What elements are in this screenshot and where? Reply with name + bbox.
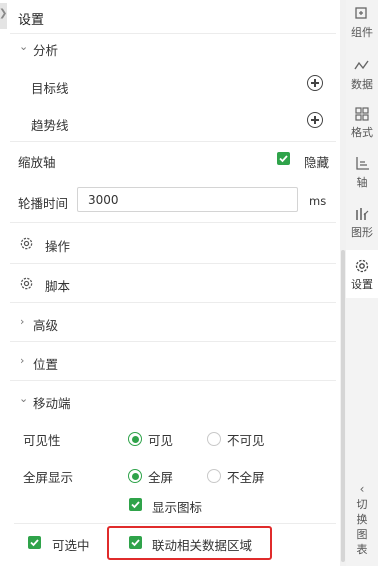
carousel-time-label: 轮播时间: [18, 196, 69, 211]
show-icon-checkbox[interactable]: [129, 498, 142, 511]
show-icon-label: 显示图标: [152, 500, 203, 515]
target-line-label: 目标线: [31, 81, 69, 96]
chevron-right-icon: ❯: [0, 8, 7, 19]
zoom-axis-label: 缩放轴: [18, 155, 56, 170]
trend-line-label: 趋势线: [31, 118, 69, 133]
scrollbar-thumb[interactable]: [341, 250, 345, 562]
rail-label: 格式: [351, 126, 373, 139]
gear-icon: [20, 237, 33, 250]
rail-item-axis[interactable]: 轴: [346, 156, 378, 196]
rail-label: 轴: [356, 176, 368, 189]
zoom-axis-hide-checkbox[interactable]: [277, 152, 290, 165]
rail-item-data[interactable]: 数据: [346, 58, 378, 100]
rail-label: 图形: [351, 226, 373, 239]
graphic-icon: [356, 208, 369, 220]
rail-item-settings[interactable]: 设置: [346, 250, 378, 298]
zoom-axis-hide-label: 隐藏: [304, 155, 330, 170]
chevron-right-icon[interactable]: ›: [20, 315, 24, 328]
settings-icon: [355, 259, 369, 273]
data-icon: [354, 60, 369, 70]
gear-icon: [20, 277, 33, 290]
visible-radio[interactable]: [128, 432, 142, 446]
rail-item-format[interactable]: 格式: [346, 106, 378, 148]
add-trend-line-icon[interactable]: [307, 112, 323, 128]
chevron-down-icon[interactable]: ⌄: [19, 40, 28, 53]
switch-chart-label: 切换图表: [356, 498, 368, 556]
chevron-left-icon: ‹: [359, 482, 365, 496]
linked-area-checkbox[interactable]: [129, 536, 142, 549]
invisible-radio[interactable]: [207, 432, 221, 446]
component-icon: [355, 7, 367, 19]
fullscreen-option-label: 全屏: [148, 470, 174, 485]
rail-item-graphic[interactable]: 图形: [346, 206, 378, 246]
format-icon: [355, 107, 369, 121]
chevron-down-icon[interactable]: ⌄: [19, 392, 28, 405]
position-section-title[interactable]: 位置: [33, 354, 58, 373]
fullscreen-label: 全屏显示: [23, 470, 74, 485]
rail-label: 组件: [351, 26, 373, 39]
selectable-checkbox[interactable]: [28, 536, 41, 549]
settings-panel: ❯ 设置 ⌄ 分析 目标线 趋势线 缩放轴 隐藏 轮播时间 3000 ms 操作…: [0, 0, 340, 566]
selectable-label: 可选中: [52, 538, 90, 553]
advanced-section-title[interactable]: 高级: [33, 315, 58, 334]
invisible-option-label: 不可见: [227, 433, 265, 448]
visible-option-label: 可见: [148, 433, 174, 448]
rail-label: 数据: [351, 78, 373, 91]
not-fullscreen-option-label: 不全屏: [227, 470, 265, 485]
rail-label: 设置: [351, 278, 373, 291]
chevron-right-icon[interactable]: ›: [20, 354, 24, 367]
switch-chart-button[interactable]: ‹ 切换图表: [346, 482, 378, 557]
action-section-title[interactable]: 操作: [45, 236, 70, 255]
script-section-title[interactable]: 脚本: [45, 276, 70, 295]
fullscreen-radio[interactable]: [128, 469, 142, 483]
carousel-time-input[interactable]: 3000: [77, 187, 298, 212]
mobile-section-title[interactable]: 移动端: [33, 393, 71, 412]
linked-area-label: 联动相关数据区域: [152, 538, 253, 553]
not-fullscreen-radio[interactable]: [207, 469, 221, 483]
collapse-handle[interactable]: ❯: [0, 3, 7, 29]
axis-icon: [356, 157, 369, 170]
carousel-time-unit: ms: [309, 194, 327, 208]
panel-title: 设置: [18, 13, 45, 28]
rail-item-component[interactable]: 组件: [346, 6, 378, 48]
analysis-section-title[interactable]: 分析: [33, 40, 58, 59]
add-target-line-icon[interactable]: [307, 75, 323, 91]
visibility-label: 可见性: [23, 433, 61, 448]
